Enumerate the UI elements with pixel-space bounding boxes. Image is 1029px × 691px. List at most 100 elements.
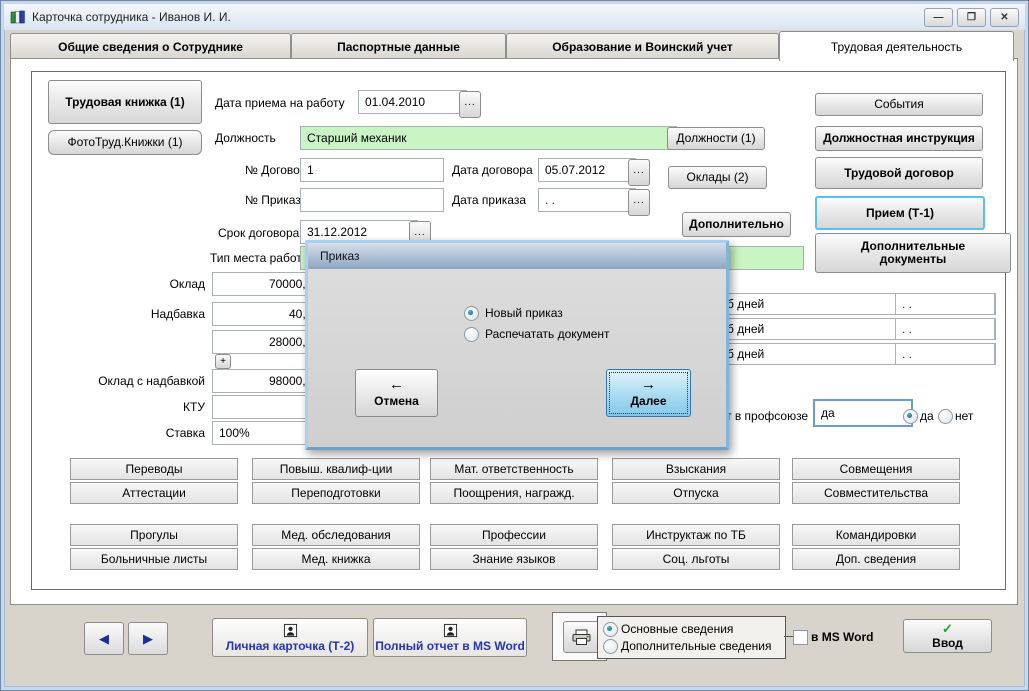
order-date-label: Дата приказа — [452, 193, 526, 207]
ms-word-checkbox[interactable] — [793, 630, 808, 645]
hiring-t1-button[interactable]: Прием (Т-1) — [815, 196, 985, 230]
order-dialog-title: Приказ — [320, 249, 360, 263]
union-field[interactable]: да — [813, 399, 913, 427]
union-no-radio[interactable] — [938, 409, 953, 424]
grid-button-rewards[interactable]: Поощрения, награжд. — [430, 482, 598, 504]
hire-date-picker-button[interactable]: ... — [459, 91, 481, 118]
vacation-row-3-date[interactable]: . . — [895, 343, 995, 365]
back-arrow-icon: ← — [389, 378, 404, 392]
close-icon[interactable]: ✕ — [990, 8, 1019, 27]
order-no-label: № Приказа — [245, 193, 307, 207]
title-bar[interactable]: Карточка сотрудника - Иванов И. И. — ❐ ✕ — [4, 4, 1025, 30]
add-allowance-button[interactable]: + — [215, 354, 231, 369]
cancel-label: Отмена — [374, 394, 419, 408]
grid-button-absences[interactable]: Прогулы — [70, 524, 238, 546]
enter-label: Ввод — [932, 636, 963, 650]
ktu-label: КТУ — [10, 400, 205, 414]
grid-button-safety-briefing[interactable]: Инструктаж по ТБ — [612, 524, 780, 546]
main-info-label: Основные сведения — [621, 622, 733, 636]
grid-button-social-benefits[interactable]: Соц. льготы — [612, 548, 780, 570]
order-date-picker-button[interactable]: ... — [628, 189, 650, 216]
additional-info-radio[interactable] — [603, 639, 618, 654]
grid-button-transfers[interactable]: Переводы — [70, 458, 238, 480]
app-books-icon — [10, 9, 26, 25]
positions-list-button[interactable]: Должности (1) — [667, 127, 765, 150]
personal-card-label: Личная карточка (Т-2) — [226, 639, 355, 653]
contract-term-label: Срок договора — [218, 226, 299, 240]
workplace-type-label: Тип места работы — [210, 251, 310, 265]
work-book-button[interactable]: Трудовая книжка (1) — [48, 80, 202, 124]
window-controls: — ❐ ✕ — [924, 8, 1019, 27]
union-no-label: нет — [955, 409, 973, 423]
cancel-button[interactable]: ← Отмена — [355, 369, 438, 417]
order-dialog: Приказ Новый приказ Распечатать документ… — [305, 240, 729, 450]
window-title: Карточка сотрудника - Иванов И. И. — [32, 10, 231, 24]
grid-button-retraining[interactable]: Переподготовки — [252, 482, 420, 504]
contract-date-label: Дата договора — [452, 163, 533, 177]
prev-record-button[interactable]: ◀ — [84, 622, 124, 655]
job-instruction-button[interactable]: Должностная инструкция — [815, 126, 983, 151]
next-record-button[interactable]: ▶ — [128, 622, 168, 655]
next-label: Далее — [630, 394, 666, 408]
contract-date-field[interactable]: 05.07.2012 — [538, 158, 636, 182]
enter-button[interactable]: ✓ Ввод — [903, 619, 992, 653]
grid-button-business-trips[interactable]: Командировки — [792, 524, 960, 546]
new-order-radio[interactable] — [464, 306, 479, 321]
ms-word-label: в MS Word — [811, 630, 873, 644]
extra-documents-button[interactable]: Дополнительные документы — [815, 233, 1011, 273]
main-info-radio[interactable] — [603, 622, 618, 637]
position-label: Должность — [215, 131, 276, 145]
grid-button-penalties[interactable]: Взыскания — [612, 458, 780, 480]
order-date-field[interactable]: . . — [538, 188, 636, 212]
union-yes-radio[interactable] — [903, 409, 918, 424]
grid-button-professions[interactable]: Профессии — [430, 524, 598, 546]
print-button[interactable] — [563, 621, 601, 653]
contract-date-picker-button[interactable]: ... — [628, 159, 650, 186]
full-report-word-button[interactable]: Полный отчет в MS Word — [373, 618, 527, 657]
grid-button-qualification[interactable]: Повыш. квалиф-ции — [252, 458, 420, 480]
grid-button-extra-info[interactable]: Доп. сведения — [792, 548, 960, 570]
vacation-row-1-date[interactable]: . . — [895, 293, 995, 315]
tab-education-military[interactable]: Образование и Воинский учет — [506, 33, 779, 60]
grid-button-combinations[interactable]: Совмещения — [792, 458, 960, 480]
contract-no-field[interactable]: 1 — [300, 158, 444, 182]
minimize-icon[interactable]: — — [924, 8, 953, 27]
labor-contract-button[interactable]: Трудовой договор — [815, 157, 983, 189]
tab-labor-activity[interactable]: Трудовая деятельность — [779, 31, 1014, 61]
grid-button-med-book[interactable]: Мед. книжка — [252, 548, 420, 570]
order-dialog-titlebar[interactable]: Приказ — [308, 243, 726, 269]
additional-button[interactable]: Дополнительно — [682, 212, 791, 237]
new-order-label: Новый приказ — [485, 306, 563, 320]
forward-arrow-icon: → — [641, 378, 656, 392]
restore-icon[interactable]: ❐ — [957, 8, 986, 27]
union-label: т в профсоюзе — [726, 409, 808, 423]
allowance-label: Надбавка — [10, 307, 205, 321]
tab-general-info[interactable]: Общие сведения о Сотруднике — [10, 33, 291, 60]
grid-button-med-exams[interactable]: Мед. обследования — [252, 524, 420, 546]
vacation-row-2-date[interactable]: . . — [895, 318, 995, 340]
connector-line — [784, 636, 793, 637]
photo-work-book-button[interactable]: ФотоТруд.Книжки (1) — [48, 130, 202, 155]
grid-button-vacations[interactable]: Отпуска — [612, 482, 780, 504]
grid-button-languages[interactable]: Знание языков — [430, 548, 598, 570]
additional-info-label: Дополнительные сведения — [621, 639, 771, 653]
next-button[interactable]: → Далее — [606, 369, 691, 417]
printer-icon — [571, 629, 593, 646]
grid-button-material-resp[interactable]: Мат. ответственность — [430, 458, 598, 480]
position-field[interactable]: Старший механик — [300, 126, 677, 150]
print-document-label: Распечатать документ — [485, 327, 610, 341]
grid-button-attestations[interactable]: Аттестации — [70, 482, 238, 504]
print-document-radio[interactable] — [464, 327, 479, 342]
full-report-label: Полный отчет в MS Word — [375, 639, 525, 653]
order-no-field[interactable] — [300, 188, 444, 212]
prev-arrow-icon: ◀ — [99, 631, 109, 647]
grid-button-sick-leaves[interactable]: Больничные листы — [70, 548, 238, 570]
union-yes-label: да — [920, 409, 934, 423]
events-button[interactable]: События — [815, 93, 983, 116]
tab-passport-data[interactable]: Паспортные данные — [291, 33, 506, 60]
personal-card-t2-button[interactable]: Личная карточка (Т-2) — [212, 618, 368, 657]
salary-label: Оклад — [10, 277, 205, 291]
salaries-list-button[interactable]: Оклады (2) — [668, 166, 767, 189]
grid-button-second-jobs[interactable]: Совместительства — [792, 482, 960, 504]
hire-date-field[interactable]: 01.04.2010 — [358, 90, 467, 114]
